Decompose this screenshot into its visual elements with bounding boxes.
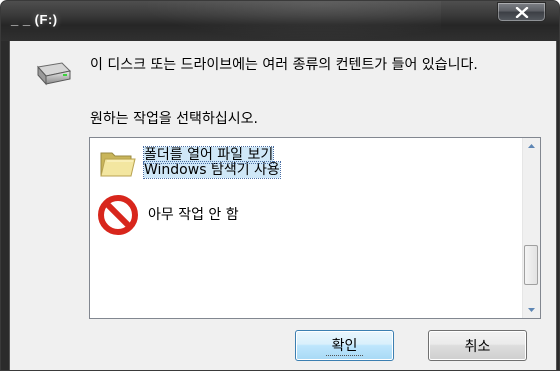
option-open-folder-label: 폴더를 열어 파일 보기 Windows 탐색기 사용 — [142, 146, 281, 179]
dialog-body: 이 디스크 또는 드라이브에는 여러 종류의 컨텐트가 들어 있습니다. 원하는… — [9, 41, 557, 370]
scroll-down-icon[interactable] — [523, 301, 540, 318]
cancel-button[interactable]: 취소 — [428, 330, 527, 361]
scroll-up-icon[interactable] — [523, 138, 540, 155]
cancel-button-label: 취소 — [464, 338, 491, 355]
option-open-folder-title: 폴더를 열어 파일 보기 — [142, 146, 275, 164]
vertical-scrollbar[interactable] — [522, 138, 540, 318]
close-icon — [515, 7, 529, 18]
prompt-text: 원하는 작업을 선택하십시오. — [90, 111, 258, 127]
no-entry-icon — [98, 195, 138, 235]
main-message: 이 디스크 또는 드라이브에는 여러 종류의 컨텐트가 들어 있습니다. — [90, 57, 478, 73]
close-button[interactable] — [497, 2, 546, 22]
option-open-folder-subtitle: Windows 탐색기 사용 — [143, 161, 281, 179]
autoplay-dialog: _ _ (F:) 이 디스크 또는 드라이브에는 여러 종류의 컨텐트가 들어 … — [0, 0, 560, 371]
action-list[interactable]: 폴더를 열어 파일 보기 Windows 탐색기 사용 아무 작업 안 함 — [89, 137, 541, 319]
scroll-thumb[interactable] — [524, 245, 538, 285]
title-bar[interactable]: _ _ (F:) — [1, 1, 559, 41]
ok-button[interactable]: 확인 — [295, 330, 394, 361]
window-title: _ _ (F:) — [11, 12, 58, 27]
option-take-no-action[interactable]: 아무 작업 안 함 — [98, 195, 239, 235]
removable-drive-icon — [37, 62, 72, 86]
option-open-folder[interactable]: 폴더를 열어 파일 보기 Windows 탐색기 사용 — [98, 144, 281, 182]
option-take-no-action-label: 아무 작업 안 함 — [148, 206, 239, 223]
ok-button-label: 확인 — [325, 335, 364, 356]
folder-icon — [100, 152, 136, 177]
